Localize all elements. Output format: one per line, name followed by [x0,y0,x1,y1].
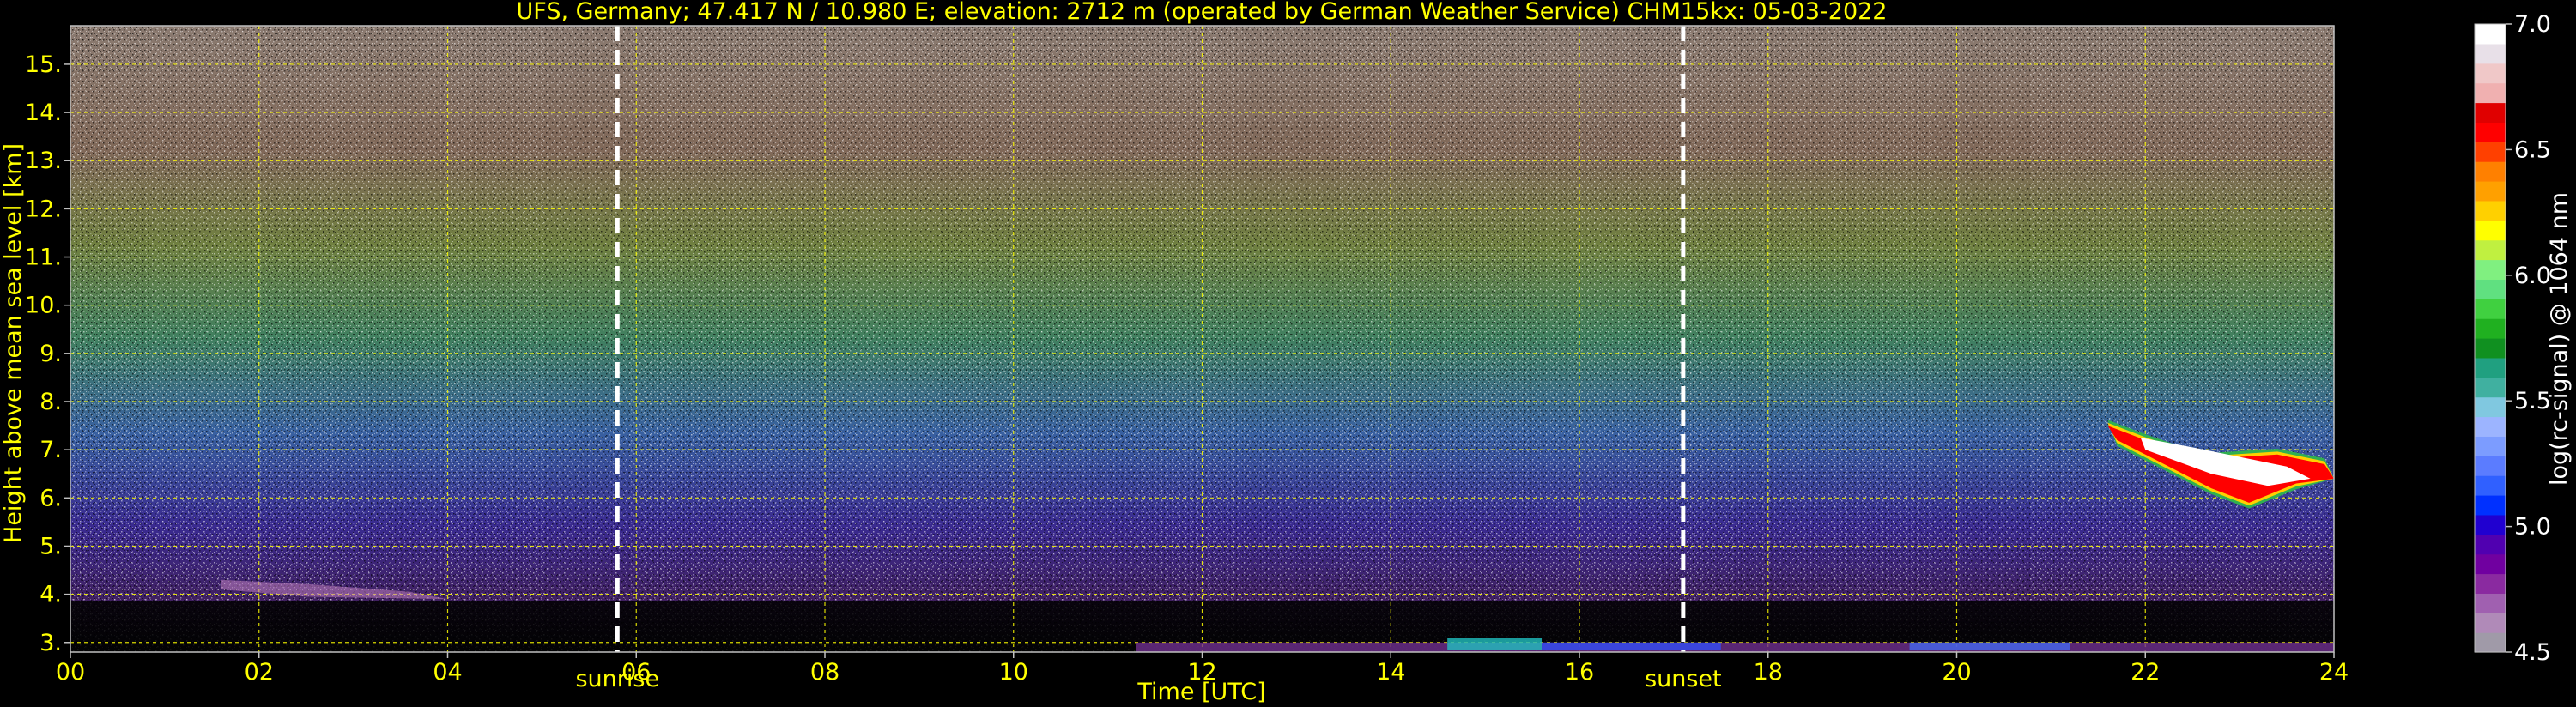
x-tick-label: 00 [56,659,85,686]
colorbar-segment [2475,259,2506,280]
y-tick-label: 7. [39,437,62,463]
colorbar-segment [2475,279,2506,299]
boundary-layer-evening [1909,642,2070,650]
colorbar-segment [2475,318,2506,339]
x-tick-label: 16 [1565,659,1594,686]
colorbar-segment [2475,161,2506,182]
colorbar-segment [2475,396,2506,418]
colorbar-segment [2475,475,2506,496]
colorbar [2475,24,2506,653]
y-tick-label: 3. [39,630,62,656]
colorbar-segment [2475,593,2506,613]
y-axis-label: Height above mean sea level [km] [0,143,27,543]
colorbar-segment [2475,573,2506,594]
colorbar-label: log(rc-signal) @ 1064 nm [2546,192,2573,486]
colorbar-segment [2475,102,2506,123]
colorbar-tick-label: 5.0 [2514,514,2551,541]
colorbar-segment [2475,534,2506,555]
colorbar-segment [2475,495,2506,516]
colorbar-segment [2475,24,2506,45]
x-tick-label: 06 [621,659,651,686]
colorbar-segment [2475,338,2506,359]
colorbar-segment [2475,514,2506,535]
x-tick-label: 10 [999,659,1028,686]
x-tick-label: 02 [245,659,274,686]
y-tick-label: 13. [25,148,62,174]
colorbar-segment [2475,632,2506,653]
colorbar-ticks: 7.06.56.05.55.04.5 [2506,11,2551,666]
x-axis-label: Time [UTC] [1136,679,1265,705]
boundary-layer-core [1447,638,1543,650]
colorbar-tick-label: 6.5 [2514,136,2551,163]
colorbar-segment [2475,357,2506,378]
colorbar-segment [2475,63,2506,84]
colorbar-segment [2475,200,2506,221]
x-tick-label: 22 [2131,659,2160,686]
colorbar-tick-label: 7.0 [2514,11,2551,38]
colorbar-tick-label: 4.5 [2514,639,2551,666]
colorbar-segment [2475,239,2506,261]
colorbar-segment [2475,456,2506,476]
colorbar-segment [2475,377,2506,398]
x-tick-label: 24 [2319,659,2349,686]
y-tick-label: 12. [25,196,62,222]
y-tick-label: 9. [39,341,62,367]
colorbar-segment [2475,416,2506,437]
colorbar-segment [2475,436,2506,456]
chart-title: UFS, Germany; 47.417 N / 10.980 E; eleva… [517,0,1888,25]
colorbar-segment [2475,142,2506,162]
colorbar-segment [2475,82,2506,104]
y-tick-label: 8. [39,389,62,415]
y-tick-label: 14. [25,100,62,126]
boundary-layer-band [1136,642,2334,652]
boundary-layer-blue [1542,642,1721,650]
x-tick-label: 18 [1754,659,1783,686]
y-tick-label: 4. [39,582,62,608]
colorbar-segment [2475,299,2506,319]
x-tick-label: 14 [1376,659,1405,686]
x-tick-label: 04 [433,659,462,686]
y-tick-label: 5. [39,533,62,559]
backscatter-field [70,26,2334,652]
x-tick-label: 20 [1942,659,1971,686]
colorbar-segment [2475,613,2506,633]
y-tick-label: 15. [25,51,62,78]
y-tick-label: 11. [25,245,62,271]
x-tick-label: 08 [810,659,839,686]
colorbar-segment [2475,181,2506,202]
y-tick-label: 10. [25,293,62,319]
colorbar-segment [2475,122,2506,142]
colorbar-segment [2475,553,2506,575]
y-tick-label: 6. [39,485,62,511]
colorbar-segment [2475,43,2506,64]
y-axis-ticks: 3. 4. 5. 6. 7. 8. 9. 10. 11. 12. 13. 14. 15. [25,51,70,656]
sunset-label: sunset [1645,666,1722,692]
colorbar-segment [2475,220,2506,241]
ceilometer-chart: sunrise sunset 00 02 04 06 08 10 12 14 16 18 20 22 24… [0,0,2573,705]
